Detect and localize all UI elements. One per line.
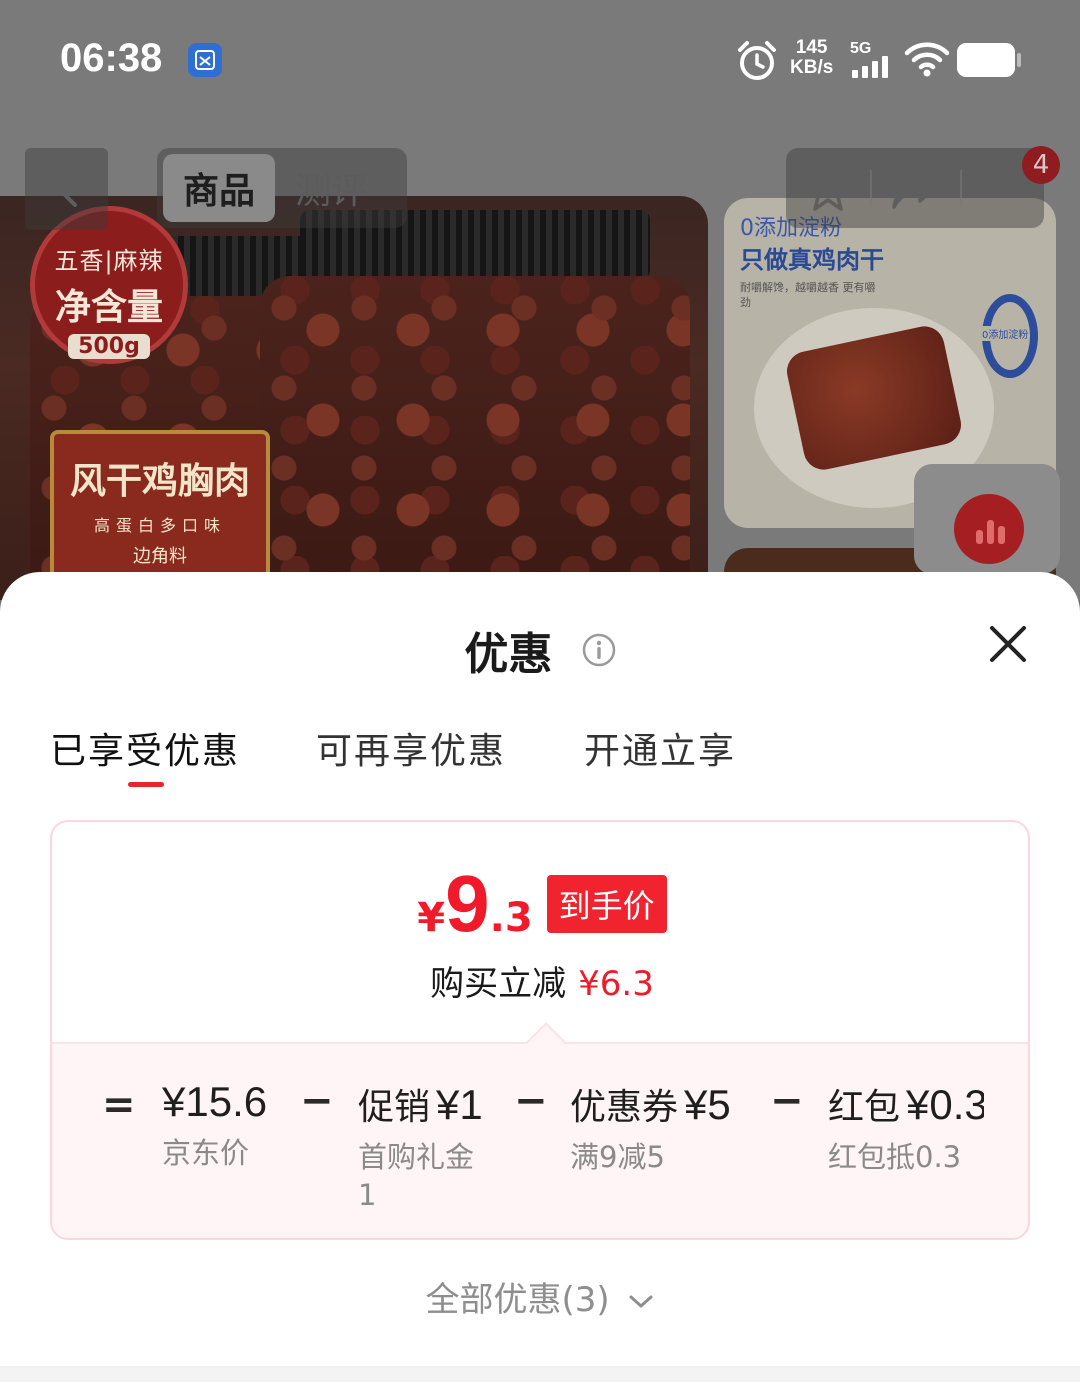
home-indicator-area xyxy=(0,1366,1080,1382)
chevron-down-icon xyxy=(629,1295,653,1307)
breakdown-sub: 京东价 xyxy=(162,1136,250,1170)
breakdown-value: ¥5 xyxy=(684,1081,731,1128)
side-image-line2: 只做真鸡肉干 xyxy=(740,246,884,274)
tab-review[interactable]: 测评 xyxy=(295,154,367,222)
network-speed-value: 145 xyxy=(795,37,828,58)
minus-sign: − xyxy=(300,1078,334,1124)
favorite-button[interactable] xyxy=(788,148,868,228)
network-speed: 145 KB/s xyxy=(790,38,833,78)
product-label-title: 风干鸡胸肉 xyxy=(69,461,250,502)
notification-count-badge: 4 xyxy=(1022,146,1060,184)
side-image-small-text: 耐嚼解馋，越嚼越香 更有嚼劲 xyxy=(740,281,876,309)
close-icon[interactable] xyxy=(984,620,1032,668)
jar-body xyxy=(260,276,690,600)
badge-weight: 500g xyxy=(68,334,150,359)
sheet-title: 优惠 xyxy=(0,618,1080,682)
share-button[interactable] xyxy=(876,148,956,228)
breakdown-value: ¥15.6 xyxy=(162,1078,268,1125)
alarm-icon xyxy=(738,41,776,80)
badge-title: 净含量 xyxy=(54,287,163,328)
final-price-card: ¥9.3 到手价 购买立减 ¥6.3 = ¥15.6 京东价 − 促销 ¥1 首购礼金… xyxy=(50,820,1030,1240)
wifi-icon xyxy=(904,42,950,77)
status-time: 06:38 xyxy=(60,36,163,80)
battery-icon xyxy=(957,43,1021,77)
tab-more-discounts[interactable]: 可再享优惠 xyxy=(316,722,506,774)
final-price-tag: 到手价 xyxy=(546,875,667,933)
price-breakdown: = ¥15.6 京东价 − 促销 ¥1 首购礼金1 − 优惠券 ¥5 满9减5 − … xyxy=(52,1042,1028,1238)
product-label-sub: 高蛋白多口味 xyxy=(93,516,226,535)
zero-label: 0添加淀粉 xyxy=(982,326,1029,341)
back-button[interactable] xyxy=(25,148,108,230)
info-icon[interactable] xyxy=(582,633,616,667)
discount-bottom-sheet: 优惠 已享受优惠 可再享优惠 开通立享 ¥9.3 到手价 购买立减 ¥6.3 = ¥… xyxy=(0,572,1080,1382)
price-currency: ¥ xyxy=(417,895,446,941)
more-icon xyxy=(977,183,1027,193)
sheet-title-text: 优惠 xyxy=(464,629,553,680)
screenshot-app-icon xyxy=(188,43,222,77)
breakdown-sub: 满9减5 xyxy=(570,1140,665,1174)
final-price: ¥9.3 到手价 xyxy=(52,864,1028,944)
all-deals-link[interactable]: 全部优惠(3) xyxy=(0,1272,1080,1321)
saving-amount: ¥6.3 xyxy=(578,964,654,1004)
price-decimal: .3 xyxy=(489,895,533,941)
chevron-left-icon xyxy=(56,171,77,207)
breakdown-value: ¥0.3 xyxy=(906,1081,984,1128)
equals-sign: = xyxy=(102,1082,136,1128)
active-tab-indicator xyxy=(128,782,164,787)
tab-activate-discounts[interactable]: 开通立享 xyxy=(584,722,736,774)
breakdown-label: 优惠券 xyxy=(570,1087,679,1128)
saving-label: 购买立减 xyxy=(430,964,567,1004)
page-actions xyxy=(786,148,1044,228)
breakdown-sub: 首购礼金1 xyxy=(358,1140,475,1212)
product-label: 风干鸡胸肉 高蛋白多口味 边角料 xyxy=(50,430,270,580)
breakdown-item-coupon: 优惠券 ¥5 满9减5 xyxy=(570,1078,731,1176)
tab-enjoyed-discounts[interactable]: 已享受优惠 xyxy=(50,722,240,774)
product-page-background: 五香|麻辣 净含量 500g 风干鸡胸肉 高蛋白多口味 边角料 0添加淀粉 只做… xyxy=(0,0,1080,600)
product-label-tag: 边角料 xyxy=(133,546,187,567)
price-integer: 9 xyxy=(445,859,490,948)
divider xyxy=(870,170,872,206)
share-icon xyxy=(892,167,940,209)
breakdown-item-red-packet: 红包 ¥0.3 红包抵0.3 xyxy=(828,1078,984,1176)
badge-flavors: 五香|麻辣 xyxy=(54,247,164,275)
signal-icon xyxy=(852,56,888,78)
all-deals-label: 全部优惠(3) xyxy=(425,1280,610,1320)
bars-icon xyxy=(976,514,1006,544)
breakdown-item-promotion: 促销 ¥1 首购礼金1 xyxy=(358,1078,498,1214)
floating-assistant-button[interactable] xyxy=(914,464,1060,574)
page-tabs: 商品 测评 xyxy=(157,148,407,228)
breakdown-value: ¥1 xyxy=(436,1081,483,1128)
star-icon xyxy=(804,164,852,211)
breakdown-item-jd-price: ¥15.6 京东价 xyxy=(162,1078,267,1172)
breakdown-label: 红包 xyxy=(828,1087,901,1128)
breakdown-label: 促销 xyxy=(358,1087,431,1128)
minus-sign: − xyxy=(770,1078,804,1124)
instant-saving: 购买立减 ¥6.3 xyxy=(52,956,1028,1005)
minus-sign: − xyxy=(514,1078,548,1124)
breakdown-sub: 红包抵0.3 xyxy=(828,1140,962,1174)
network-speed-unit: KB/s xyxy=(790,57,834,78)
tab-product[interactable]: 商品 xyxy=(163,154,275,222)
